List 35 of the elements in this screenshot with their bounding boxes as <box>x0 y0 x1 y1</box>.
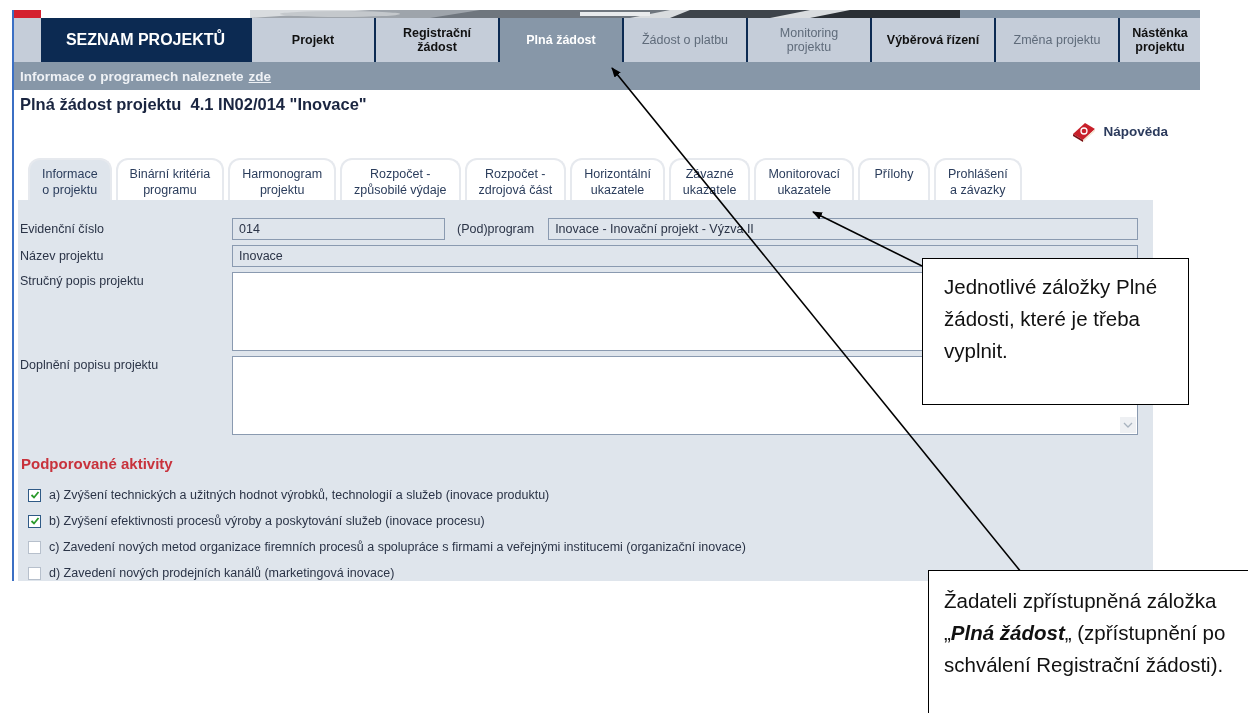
field-label: Název projektu <box>20 249 105 263</box>
form-tab[interactable]: Rozpočet - způsobilé výdaje <box>340 158 461 200</box>
field-label: Doplnění popisu projektu <box>20 357 160 372</box>
page-title: Plná žádost projektu 4.1 IN02/014 "Inovace" <box>20 95 368 114</box>
checkbox[interactable] <box>28 566 41 580</box>
checkbox-label: c) Zavedení nových metod organizace firemních procesů a spolupráce s firmami a veřejnými institucemi (organizační inovace) <box>49 539 746 556</box>
form-tab[interactable]: Informace o projektu <box>28 158 112 200</box>
info-text: Informace o programech naleznete <box>20 68 244 84</box>
checkbox-label: a) Zvýšení technických a užitných hodnot výrobků, technologií a služeb (inovace produktu) <box>49 487 550 504</box>
checkbox-label: b) Zvýšení efektivnosti procesů výroby a poskytování služeb (inovace procesu) <box>49 513 485 530</box>
field-label: Stručný popis projektu <box>20 273 145 288</box>
form-tab[interactable]: Monitorovací ukazatele <box>754 158 854 200</box>
section-heading: Podporované aktivity <box>21 455 174 472</box>
form-tab[interactable]: Horizontální ukazatele <box>570 158 665 200</box>
input-field[interactable]: Inovace - Inovační projekt - Výzva II <box>548 218 1138 240</box>
scroll-down-icon[interactable] <box>1120 417 1136 433</box>
callout-tooltip: Žadateli zpřístupněná záložka „Plná žádost„ (zpřístupnění po schválení Registrační žádosti). <box>928 570 1248 713</box>
checkbox[interactable] <box>28 514 41 528</box>
field-label: Evidenční číslo <box>20 222 106 236</box>
home-button[interactable]: SEZNAM PROJEKTŮ <box>41 18 250 62</box>
help-link[interactable]: Nápověda <box>1071 120 1168 142</box>
field-label: (Pod)program <box>456 222 536 236</box>
input-field[interactable]: Inovace <box>232 245 1138 267</box>
input-field[interactable]: 014 <box>232 218 445 240</box>
callout-tooltip: Jednotlivé záložky Plné žádosti, které je třeba vyplnit. <box>922 258 1189 405</box>
form-tab[interactable]: Rozpočet - zdrojová část <box>464 158 567 200</box>
checkbox[interactable] <box>28 488 41 502</box>
form-tab[interactable]: Binární kritéria programu <box>115 158 225 200</box>
checkbox[interactable] <box>28 540 41 554</box>
form-tab[interactable]: Harmonogram projektu <box>228 158 337 200</box>
book-icon <box>1071 120 1098 142</box>
form-tab[interactable]: Přílohy <box>857 158 930 200</box>
logo-mark <box>14 10 41 18</box>
checkbox-label: d) Zavedení nových prodejních kanálů (marketingová inovace) <box>49 565 395 582</box>
form-tab[interactable]: Prohlášení a závazky <box>933 158 1022 200</box>
